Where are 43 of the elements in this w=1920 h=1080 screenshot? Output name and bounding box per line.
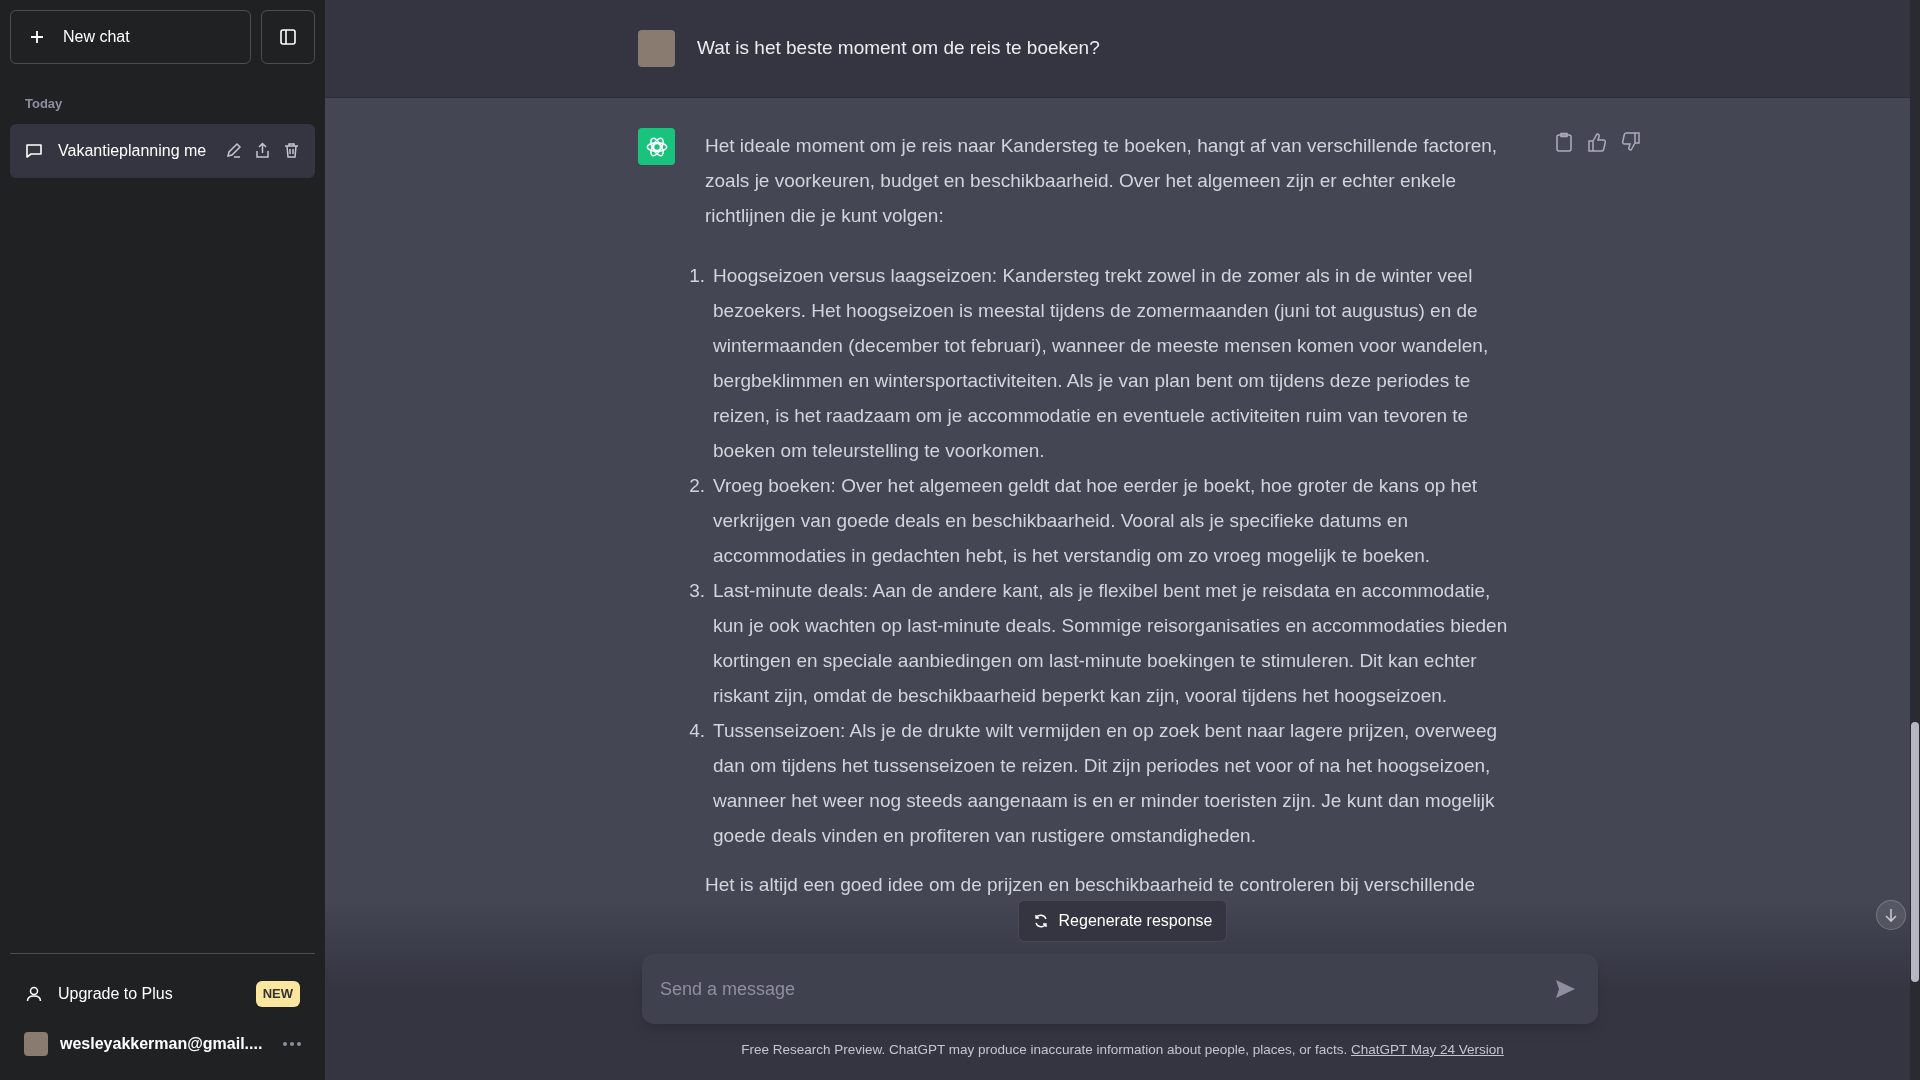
photo-placeholder: [638, 30, 675, 67]
footer-disclaimer: Free Research Preview. ChatGPT may produce inaccurate information about people, places, or facts. ChatGPT May 24 Version: [741, 1041, 1504, 1059]
message-field[interactable]: Send a message: [642, 954, 1598, 1024]
more-icon[interactable]: [283, 1042, 301, 1046]
share-icon[interactable]: [254, 142, 271, 159]
version-link[interactable]: ChatGPT May 24 Version: [1351, 1042, 1504, 1057]
person-icon: [25, 985, 43, 1003]
plus-icon: [29, 29, 45, 45]
thumbs-up-icon[interactable]: [1587, 132, 1607, 152]
new-chat-button[interactable]: New chat: [10, 10, 251, 64]
scrollbar-thumb[interactable]: [1911, 722, 1919, 982]
list-number: 4.: [688, 719, 706, 743]
thumbs-down-icon[interactable]: [1621, 132, 1641, 152]
regenerate-button[interactable]: Regenerate response: [1017, 900, 1228, 942]
refresh-icon: [1032, 913, 1049, 929]
chat-bubble-icon: [25, 141, 43, 160]
scroll-down-button[interactable]: [1876, 900, 1906, 930]
conversation-item[interactable]: Vakantieplanning me: [10, 123, 315, 178]
pencil-icon[interactable]: [225, 142, 242, 159]
list-item-text: Tussenseizoen: Als je de drukte wilt vermijden en op zoek bent naar lagere prijzen, overweeg dan om tijdens het tussenseizoen te reizen. Dit zijn periodes net voor of na het hoogseizoen, wanneer het weer nog steeds aangenaam is en er minder toeristen zijn. Je kunt dan mogelijk goede deals vinden en profiteren van rustigere omstandigheden.: [713, 719, 1498, 848]
assistant-paragraph: Het is altijd een goed idee om de prijzen en beschikbaarheid te controleren bij verschillende: [705, 873, 1476, 897]
list-number: 1.: [688, 264, 706, 288]
send-icon[interactable]: [1554, 978, 1576, 1000]
list-item-text: Hoogseizoen versus laagseizoen: Kandersteg trekt zowel in de zomer als in de winter veel bezoekers. Het hoogseizoen is meestal tijdens de zomermaanden (juni tot augustus) en de wintermaanden (december tot februari), wanneer de meeste mensen komen voor wandelen, bergbeklimmen en wintersportactiviteiten. Als je van plan bent om tijdens deze periodes te reizen, is het raadzaam om je accommodatie en eventuele activiteiten ruim van tevoren te boeken om teleurstelling te voorkomen.: [713, 264, 1490, 463]
sidebar-toggle-icon: [279, 28, 297, 46]
assistant-paragraph: Het ideale moment om je reis naar Kandersteg te boeken, hangt af van verschillende factoren, zoals je voorkeuren, budget en beschikbaarheid. Over het algemeen zijn er echter enkele richtlijnen die je kunt volgen:: [705, 134, 1499, 228]
assistant-logo-icon: [638, 128, 675, 165]
list-item-text: Last-minute deals: Aan de andere kant, als je flexibel bent met je reisdata en accommodatie, kun je ook wachten op last-minute deals. Sommige reisorganisaties en accommodaties bieden kortingen en speciale aanbiedingen om last-minute boekingen te stimuleren. Dit kan echter riskant zijn, omdat de beschikbaarheid beperkt kan zijn, vooral tijdens het hoogseizoen.: [713, 579, 1509, 708]
new-badge: NEW: [255, 981, 300, 1007]
upgrade-button[interactable]: Upgrade to Plus NEW: [10, 972, 315, 1016]
list-number: 2.: [688, 474, 706, 498]
clipboard-icon[interactable]: [1555, 132, 1573, 152]
list-item-text: Vroeg boeken: Over het algemeen geldt dat hoe eerder je boekt, hoe groter de kans op het verkrijgen van goede deals en beschikbaarheid. Vooral als je specifieke datums en accommodaties in gedachten hebt, is het verstandig om zo vroeg mogelijk te boeken.: [713, 474, 1479, 568]
section-label: Today: [25, 95, 64, 113]
list-number: 3.: [688, 579, 706, 603]
user-message: Wat is het beste moment om de reis te boeken?: [697, 36, 1100, 60]
account-email[interactable]: wesleyakkerman@gmail....: [60, 1032, 271, 1056]
message-input[interactable]: Send a message: [660, 975, 1554, 1003]
sidebar-toggle-button[interactable]: [261, 10, 315, 64]
down-arrow-icon: [1884, 908, 1898, 922]
trash-icon[interactable]: [283, 142, 300, 159]
conversation-title: Vakantieplanning me: [58, 140, 208, 161]
photo-placeholder: [24, 1032, 48, 1056]
